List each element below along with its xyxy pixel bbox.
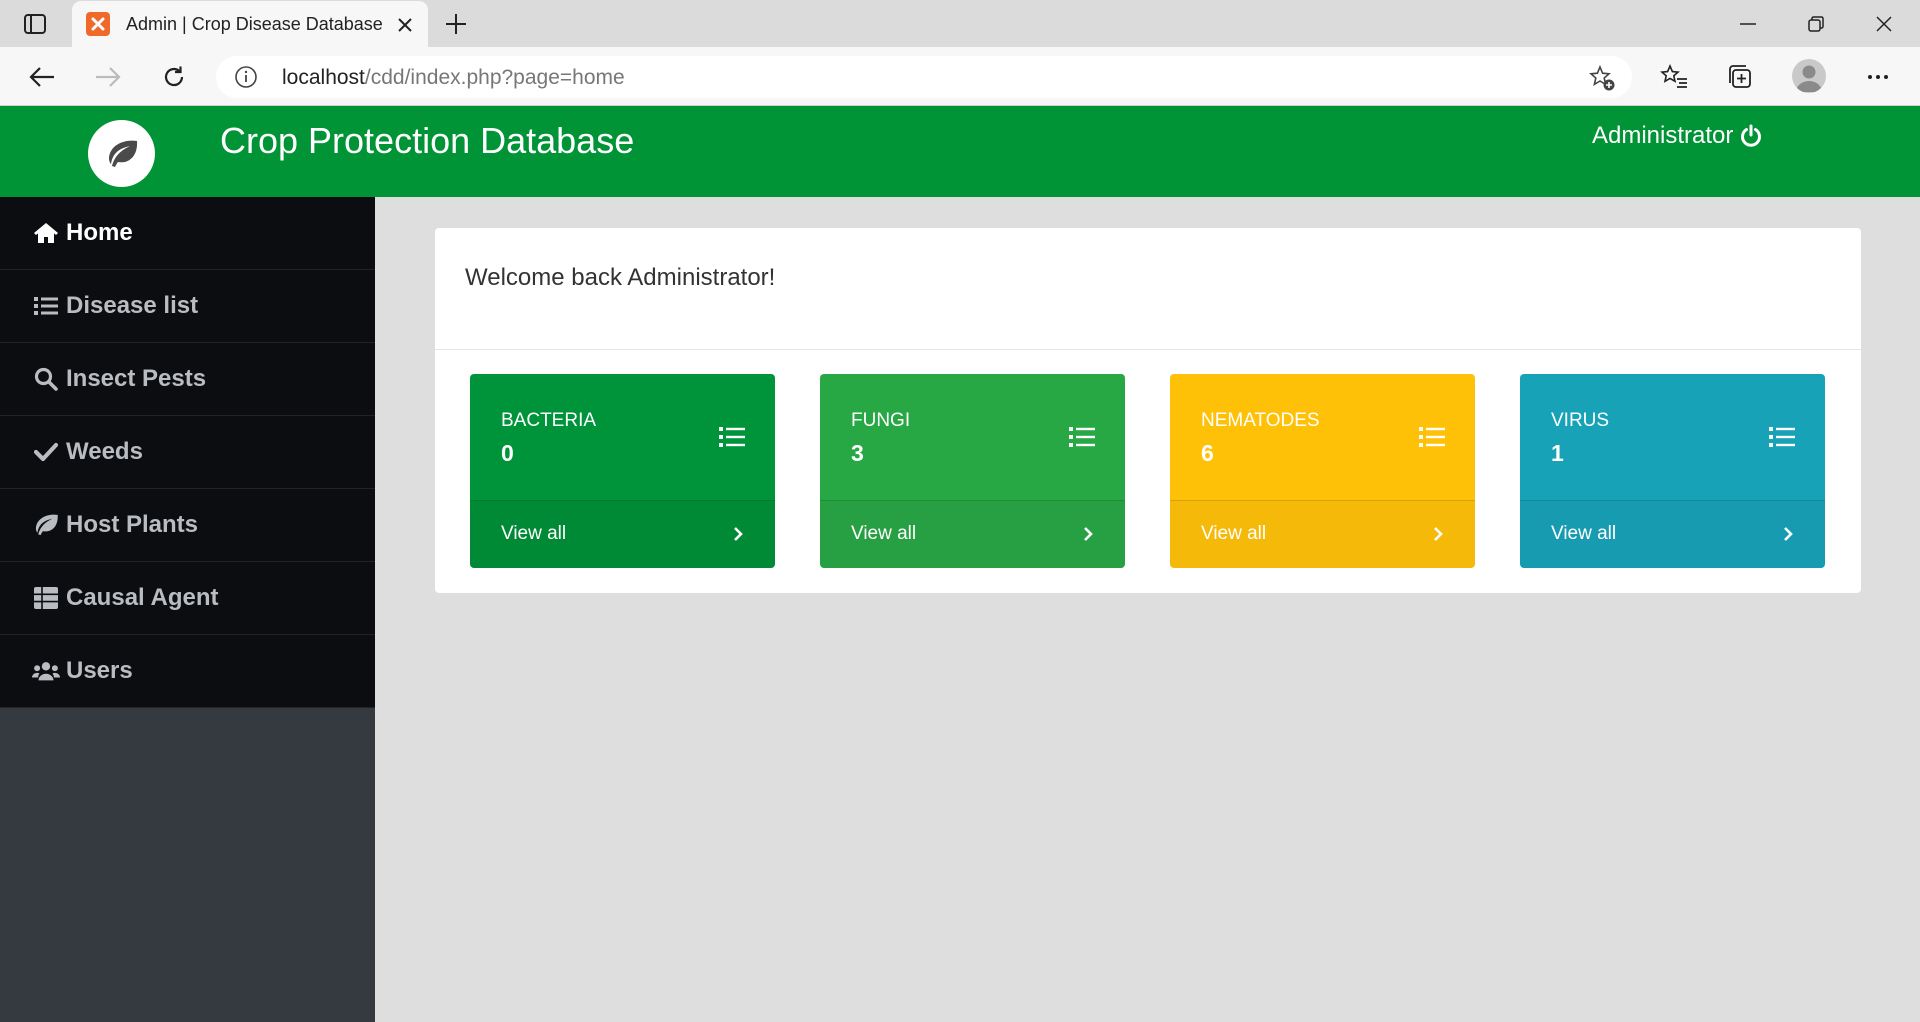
stat-count: 1: [1551, 440, 1564, 466]
user-name: Administrator: [1592, 122, 1734, 149]
url-host: localhost: [282, 66, 365, 89]
add-favorite-icon[interactable]: [1588, 64, 1616, 92]
view-all-label: View all: [851, 523, 917, 544]
list-icon: [1069, 427, 1095, 447]
list-icon: [32, 292, 60, 320]
back-icon[interactable]: [22, 58, 62, 96]
new-tab-icon[interactable]: [440, 9, 472, 39]
tab-title: Admin | Crop Disease Database: [126, 14, 383, 34]
search-icon: [32, 365, 60, 393]
sidebar-item-label: Weeds: [66, 438, 143, 465]
browser-tab[interactable]: Admin | Crop Disease Database: [72, 1, 428, 47]
leaf-icon: [32, 511, 60, 539]
sidebar-item-label: Disease list: [66, 292, 199, 319]
sidebar-item-label: Home: [66, 219, 133, 246]
sidebar-item-label: Causal Agent: [66, 584, 219, 611]
stat-label: BACTERIA: [501, 410, 597, 431]
home-icon: [32, 219, 60, 247]
xampp-favicon-icon: [86, 12, 110, 36]
sidebar-item-users[interactable]: Users: [0, 635, 375, 708]
stat-label: VIRUS: [1551, 410, 1610, 431]
minimize-icon[interactable]: [1714, 0, 1782, 47]
list-icon: [1419, 427, 1445, 447]
view-all-label: View all: [1551, 523, 1617, 544]
more-options-icon[interactable]: [1858, 58, 1898, 96]
stat-count: 3: [851, 440, 864, 466]
sidebar-item-insect-pests[interactable]: Insect Pests: [0, 343, 375, 416]
collections-icon[interactable]: [1720, 58, 1760, 96]
close-window-icon[interactable]: [1850, 0, 1918, 47]
app-header: Crop Protection Database Administrator: [0, 106, 1920, 197]
reload-icon[interactable]: [154, 58, 194, 96]
url-path: /cdd/index.php?page=home: [364, 66, 625, 89]
card-header: Welcome back Administrator!: [435, 228, 1861, 350]
user-menu[interactable]: Administrator: [1592, 122, 1763, 150]
check-icon: [32, 438, 60, 466]
chevron-right-icon: [1784, 527, 1793, 541]
tab-actions-icon[interactable]: [18, 11, 52, 37]
welcome-message: Welcome back Administrator!: [465, 264, 776, 291]
list-icon: [1769, 427, 1795, 447]
chevron-right-icon: [1084, 527, 1093, 541]
sidebar-item-home[interactable]: Home: [0, 197, 375, 270]
stat-label: FUNGI: [851, 410, 911, 431]
users-icon: [32, 657, 60, 685]
stat-count: 6: [1201, 440, 1214, 466]
stat-box-bacteria: BACTERIA 0 View all: [470, 374, 775, 568]
view-all-label: View all: [1201, 523, 1267, 544]
close-tab-icon[interactable]: [392, 12, 418, 38]
chevron-right-icon: [734, 527, 743, 541]
dashboard-card: Welcome back Administrator! BACTERIA 0 V…: [435, 228, 1861, 593]
stat-box-fungi: FUNGI 3 View all: [820, 374, 1125, 568]
profile-avatar-icon[interactable]: [1792, 59, 1826, 93]
restore-icon[interactable]: [1782, 0, 1850, 47]
browser-toolbar: localhost/cdd/index.php?page=home: [0, 47, 1920, 106]
list-icon: [719, 427, 745, 447]
site-info-icon[interactable]: [234, 65, 258, 89]
url-text[interactable]: localhost/cdd/index.php?page=home: [282, 66, 625, 90]
browser-tab-bar: Admin | Crop Disease Database: [0, 0, 1920, 47]
sidebar-item-label: Users: [66, 657, 133, 684]
sidebar-item-label: Host Plants: [66, 511, 199, 538]
sidebar-item-causal-agent[interactable]: Causal Agent: [0, 562, 375, 635]
sidebar: Home Disease list Insect Pests Weeds Hos…: [0, 197, 375, 1022]
view-all-link[interactable]: View all: [820, 500, 1125, 568]
stat-box-body: VIRUS 1: [1520, 374, 1825, 500]
stat-box-nematodes: NEMATODES 6 View all: [1170, 374, 1475, 568]
leaf-logo-icon[interactable]: [88, 120, 155, 187]
stat-count: 0: [501, 440, 514, 466]
stat-label: NEMATODES: [1201, 410, 1320, 431]
forward-icon[interactable]: [88, 58, 128, 96]
stat-box-body: BACTERIA 0: [470, 374, 775, 500]
table-icon: [32, 584, 60, 612]
stat-box-virus: VIRUS 1 View all: [1520, 374, 1825, 568]
sidebar-item-disease-list[interactable]: Disease list: [0, 270, 375, 343]
url-bar[interactable]: localhost/cdd/index.php?page=home: [216, 56, 1632, 98]
sidebar-item-weeds[interactable]: Weeds: [0, 416, 375, 489]
sidebar-item-label: Insect Pests: [66, 365, 207, 392]
favorites-icon[interactable]: [1654, 58, 1694, 96]
sidebar-item-host-plants[interactable]: Host Plants: [0, 489, 375, 562]
view-all-link[interactable]: View all: [1170, 500, 1475, 568]
view-all-label: View all: [501, 523, 567, 544]
stat-box-body: FUNGI 3: [820, 374, 1125, 500]
stat-box-body: NEMATODES 6: [1170, 374, 1475, 500]
view-all-link[interactable]: View all: [1520, 500, 1825, 568]
power-icon[interactable]: [1739, 124, 1763, 148]
chevron-right-icon: [1434, 527, 1443, 541]
view-all-link[interactable]: View all: [470, 500, 775, 568]
app-title: Crop Protection Database: [220, 120, 635, 161]
